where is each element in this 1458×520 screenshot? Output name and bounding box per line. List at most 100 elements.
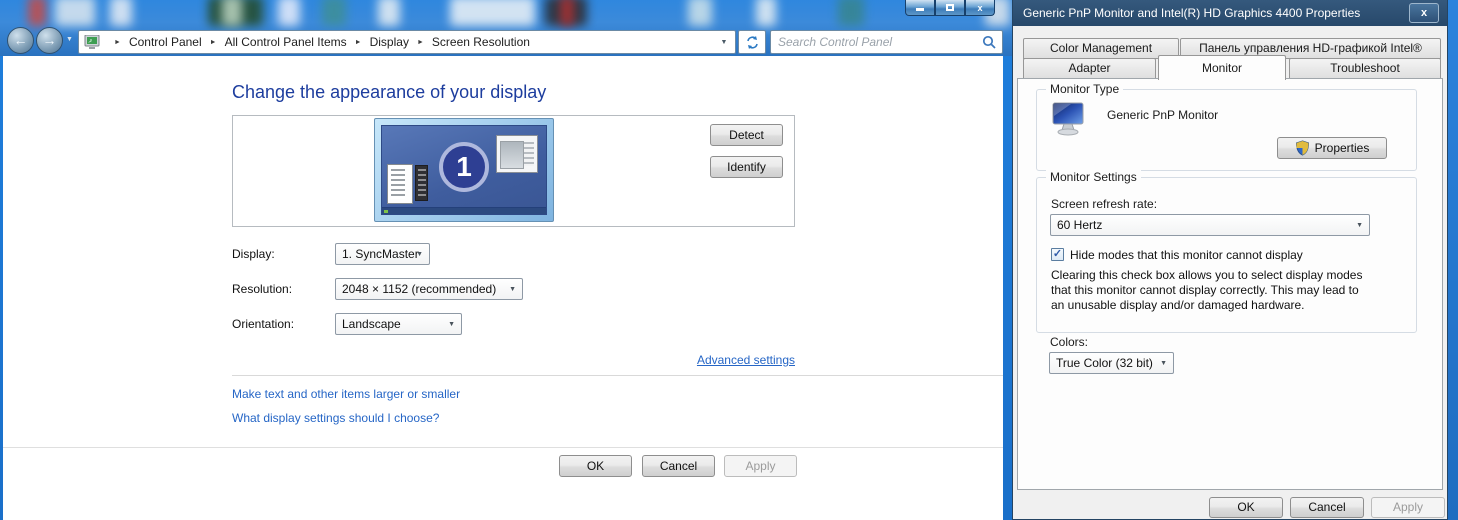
back-arrow-icon: ← (13, 32, 28, 48)
orientation-field-row: Orientation: Landscape ▼ (232, 313, 462, 335)
dialog-cancel-button[interactable]: Cancel (1290, 497, 1364, 518)
close-icon: x (977, 2, 983, 13)
section-divider (232, 375, 1003, 376)
chevron-down-icon: ▼ (1356, 222, 1363, 229)
minimize-icon (916, 8, 924, 11)
desktop-icon-blur (756, 0, 776, 26)
dialog-apply-button[interactable]: Apply (1371, 497, 1445, 518)
ok-button[interactable]: OK (559, 455, 632, 477)
resolution-select[interactable]: 2048 × 1152 (recommended) ▼ (335, 278, 523, 300)
forward-arrow-icon: → (42, 32, 57, 48)
page-title: Change the appearance of your display (232, 82, 547, 102)
desktop-background (1448, 0, 1458, 520)
monitor-type-group: Monitor Type Generic PnP Monitor Propert… (1036, 82, 1417, 171)
checkmark-icon: ✓ (1052, 248, 1063, 260)
chevron-down-icon: ▼ (416, 251, 423, 258)
navigation-toolbar: ← → ▼ ► Control Panel ► All Control Pane… (0, 27, 1012, 56)
tab-adapter[interactable]: Adapter (1023, 58, 1156, 79)
footer-divider (3, 447, 1003, 448)
dialog-ok-button[interactable]: OK (1209, 497, 1283, 518)
breadcrumb-item-screen-resolution[interactable]: Screen Resolution (432, 35, 530, 49)
resolution-field-row: Resolution: 2048 × 1152 (recommended) ▼ (232, 278, 523, 300)
breadcrumb-item-all-items[interactable]: All Control Panel Items (225, 35, 347, 49)
monitor-number-badge: 1 (439, 142, 489, 193)
close-button[interactable]: x (965, 0, 995, 16)
monitor-type-group-label: Monitor Type (1046, 82, 1124, 96)
dialog-title: Generic PnP Monitor and Intel(R) HD Grap… (1023, 6, 1361, 20)
hide-modes-label: Hide modes that this monitor cannot disp… (1070, 248, 1303, 262)
desktop-icon-blur (55, 0, 95, 26)
chevron-down-icon: ▼ (509, 286, 516, 293)
breadcrumb-item-display[interactable]: Display (370, 35, 409, 49)
desktop-icon-blur (838, 0, 864, 26)
tab-troubleshoot[interactable]: Troubleshoot (1289, 58, 1441, 79)
minimize-button[interactable] (905, 0, 935, 16)
preview-window-thumbnail (496, 135, 538, 173)
refresh-rate-select[interactable]: 60 Hertz ▼ (1050, 214, 1370, 236)
display-settings-help-link[interactable]: What display settings should I choose? (232, 411, 439, 425)
properties-button[interactable]: Properties (1277, 137, 1387, 159)
forward-button[interactable]: → (36, 27, 63, 54)
desktop-icon-blur (322, 0, 346, 26)
caption-buttons: x (905, 0, 995, 16)
hide-modes-checkbox[interactable]: ✓ (1051, 248, 1064, 261)
maximize-icon (946, 4, 954, 11)
close-icon: x (1420, 7, 1428, 19)
refresh-rate-value: 60 Hertz (1057, 218, 1103, 232)
display-select-value: 1. SyncMaster (342, 247, 419, 261)
maximize-button[interactable] (935, 0, 965, 16)
orientation-label: Orientation: (232, 317, 295, 331)
screen-resolution-content: Change the appearance of your display 1 … (3, 56, 1003, 520)
cancel-button[interactable]: Cancel (642, 455, 715, 477)
resolution-label: Resolution: (232, 282, 293, 296)
orientation-select-value: Landscape (342, 317, 401, 331)
monitor-icon (1052, 102, 1084, 136)
monitor-preview-screen: 1 (381, 125, 547, 215)
display-field-row: Display: 1. SyncMaster ▼ (232, 243, 430, 265)
chevron-right-icon: ► (354, 38, 362, 46)
desktop-icon-blur (110, 0, 132, 26)
monitor-name: Generic PnP Monitor (1107, 108, 1219, 122)
resolution-select-value: 2048 × 1152 (recommended) (342, 282, 497, 296)
desktop-icon-blur (450, 0, 535, 26)
address-dropdown-icon[interactable]: ▼ (715, 39, 733, 46)
tab-monitor[interactable]: Monitor (1158, 55, 1286, 80)
chevron-right-icon: ► (114, 38, 121, 46)
refresh-icon (746, 35, 758, 49)
orientation-select[interactable]: Landscape ▼ (335, 313, 462, 335)
display-select[interactable]: 1. SyncMaster ▼ (335, 243, 430, 265)
monitor-properties-dialog: Generic PnP Monitor and Intel(R) HD Grap… (1012, 0, 1448, 520)
colors-label: Colors: (1050, 335, 1089, 349)
desktop-icon-blur (378, 0, 400, 26)
properties-button-label: Properties (1314, 141, 1370, 155)
back-button[interactable]: ← (7, 27, 34, 54)
detect-button[interactable]: Detect (710, 124, 783, 146)
breadcrumb[interactable]: ► Control Panel ► All Control Panel Item… (78, 30, 736, 54)
dialog-titlebar: Generic PnP Monitor and Intel(R) HD Grap… (1013, 0, 1447, 26)
advanced-settings-link[interactable]: Advanced settings (697, 353, 795, 367)
apply-button[interactable]: Apply (724, 455, 797, 477)
desktop-icon-blur (560, 0, 574, 26)
refresh-button[interactable] (738, 30, 766, 54)
search-input[interactable] (771, 35, 976, 49)
identify-button[interactable]: Identify (710, 156, 783, 178)
chevron-down-icon: ▼ (1160, 360, 1167, 367)
display-label: Display: (232, 247, 275, 261)
search-icon[interactable] (976, 35, 1002, 49)
hide-modes-description: Clearing this check box allows you to se… (1051, 268, 1363, 312)
breadcrumb-item-control-panel[interactable]: Control Panel (129, 35, 202, 49)
colors-select[interactable]: True Color (32 bit) ▼ (1049, 352, 1174, 374)
tab-color-management[interactable]: Color Management (1023, 38, 1179, 59)
desktop-icon-blur (688, 0, 712, 26)
dialog-close-button[interactable]: x (1409, 3, 1439, 23)
display-mini-icon (84, 35, 100, 49)
monitor-preview[interactable]: 1 (374, 118, 554, 222)
desktop-icon-blur (222, 0, 242, 26)
recent-pages-dropdown[interactable]: ▼ (66, 36, 73, 43)
search-box (770, 30, 1003, 54)
colors-select-value: True Color (32 bit) (1056, 356, 1153, 370)
window-glass-frame: x ← → ▼ ► Control Panel ► All Control Pa… (0, 0, 1012, 56)
monitor-tab-page: Monitor Type Generic PnP Monitor Propert… (1017, 78, 1443, 490)
preview-window-thumbnail (415, 165, 428, 201)
make-text-larger-link[interactable]: Make text and other items larger or smal… (232, 387, 460, 401)
